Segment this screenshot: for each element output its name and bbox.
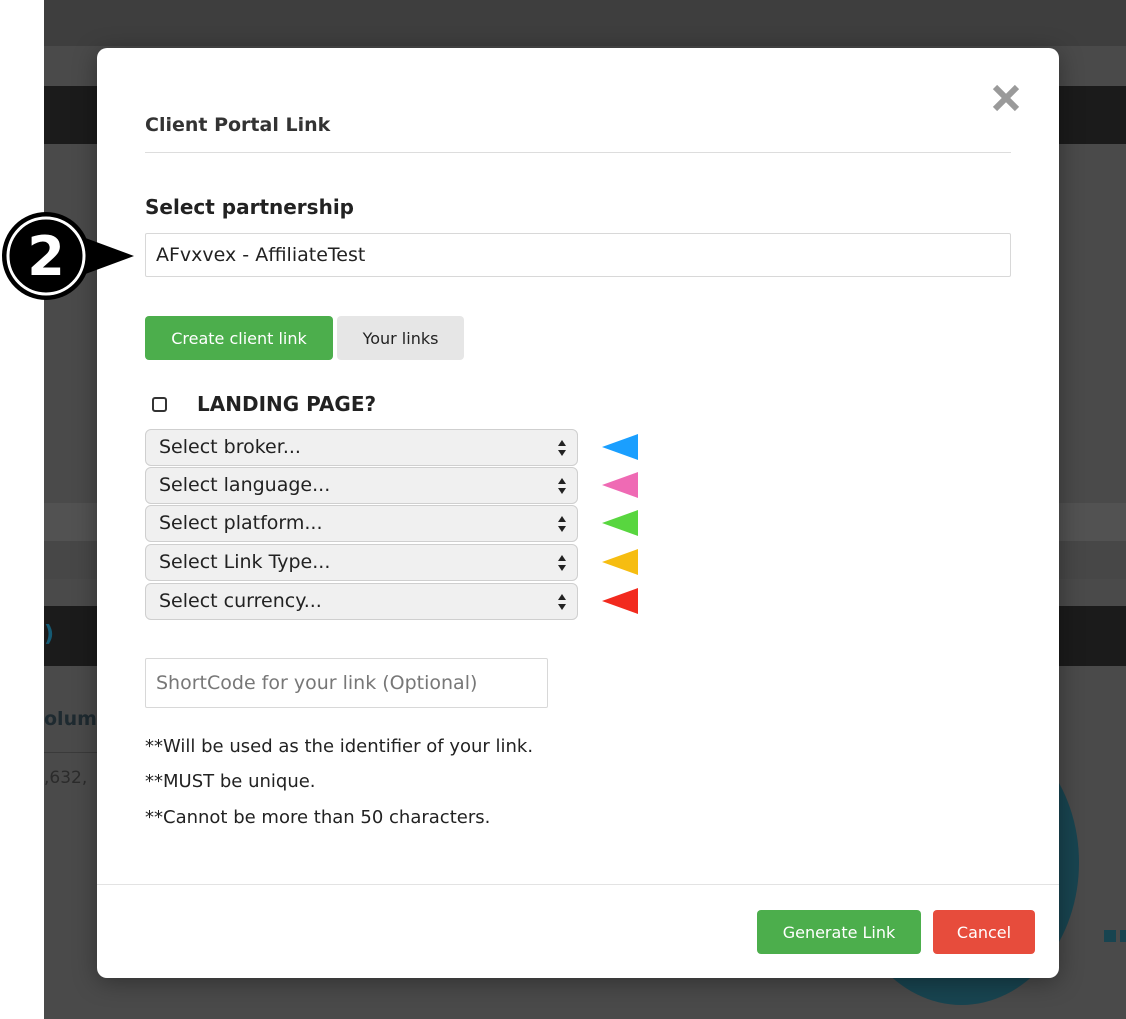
pink-pointer-icon (602, 472, 638, 498)
header-divider (145, 152, 1011, 153)
background-heading: olum (44, 708, 97, 730)
background-legend-swatch (1104, 930, 1116, 942)
currency-select[interactable]: Select currency... (145, 583, 578, 620)
background-top-bar (44, 0, 1126, 46)
background-divider (44, 752, 104, 753)
broker-select[interactable]: Select broker... (145, 429, 578, 466)
landing-page-option: LANDING PAGE? (152, 391, 376, 417)
landing-page-checkbox[interactable] (152, 396, 167, 412)
screen: ) olum ,632, Client Portal Link Select p… (0, 0, 1126, 1019)
note-max-length: **Cannot be more than 50 characters. (145, 807, 491, 828)
client-portal-link-modal: Client Portal Link Select partnership Cr… (97, 48, 1059, 978)
select-arrows-icon (558, 594, 566, 610)
cancel-button[interactable]: Cancel (933, 910, 1035, 954)
step-badge: 2 (0, 210, 140, 302)
platform-select-label: Select platform... (159, 512, 323, 534)
red-pointer-icon (602, 588, 638, 614)
select-arrows-icon (558, 516, 566, 532)
footer-divider (97, 884, 1059, 885)
language-select-label: Select language... (159, 474, 331, 496)
broker-select-label: Select broker... (159, 436, 301, 458)
generate-link-button[interactable]: Generate Link (757, 910, 921, 954)
partnership-label: Select partnership (145, 195, 354, 219)
step-number: 2 (27, 224, 65, 288)
platform-select[interactable]: Select platform... (145, 505, 578, 542)
currency-select-label: Select currency... (159, 590, 322, 612)
background-legend-swatch (1120, 930, 1126, 942)
link-type-select-label: Select Link Type... (159, 551, 331, 573)
close-icon[interactable] (990, 82, 1022, 114)
blue-pointer-icon (602, 434, 638, 460)
your-links-button[interactable]: Your links (337, 316, 464, 360)
link-type-select[interactable]: Select Link Type... (145, 544, 578, 581)
background-glyph: ) (44, 622, 55, 647)
modal-title: Client Portal Link (145, 114, 331, 136)
shortcode-input[interactable] (145, 658, 548, 708)
select-arrows-icon (558, 478, 566, 494)
partnership-select[interactable] (145, 233, 1011, 277)
language-select[interactable]: Select language... (145, 467, 578, 504)
yellow-pointer-icon (602, 549, 638, 575)
select-arrows-icon (558, 555, 566, 571)
background-value: ,632, (44, 768, 88, 788)
note-unique: **MUST be unique. (145, 771, 316, 792)
green-pointer-icon (602, 510, 638, 536)
create-client-link-button[interactable]: Create client link (145, 316, 333, 360)
landing-page-label: LANDING PAGE? (197, 392, 377, 416)
note-identifier: **Will be used as the identifier of your… (145, 736, 534, 757)
select-arrows-icon (558, 440, 566, 456)
